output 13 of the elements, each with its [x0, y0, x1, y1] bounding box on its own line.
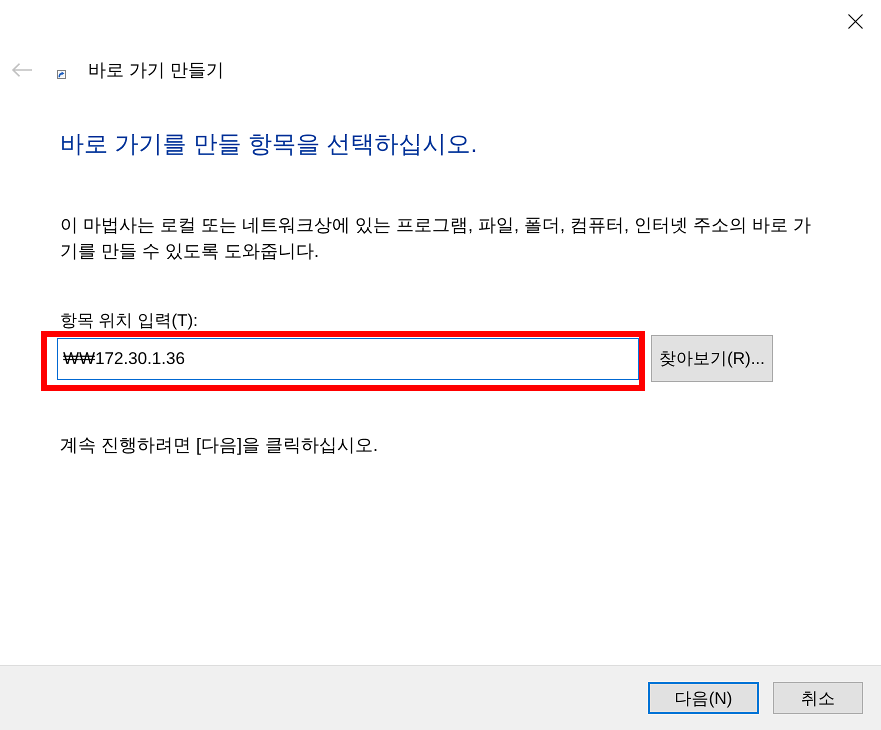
shortcut-icon [57, 70, 66, 79]
close-button[interactable] [848, 14, 863, 29]
location-input[interactable]: ₩₩172.30.1.36 [57, 338, 639, 380]
field-label: 항목 위치 입력(T): [60, 310, 198, 332]
page-heading: 바로 가기를 만들 항목을 선택하십시오. [60, 130, 478, 160]
browse-button[interactable]: 찾아보기(R)... [651, 335, 773, 382]
back-arrow-icon [12, 63, 32, 77]
cancel-button[interactable]: 취소 [773, 682, 863, 714]
close-icon [848, 14, 863, 29]
next-button[interactable]: 다음(N) [648, 682, 759, 714]
wizard-title: 바로 가기 만들기 [88, 59, 224, 82]
instruction-text: 계속 진행하려면 [다음]을 클릭하십시오. [60, 434, 378, 457]
description-text: 이 마법사는 로컬 또는 네트워크상에 있는 프로그램, 파일, 폴더, 컴퓨터, 인터넷 주소의 바로 가기를 만들 수 있도록 도와줍니다. [60, 214, 812, 263]
